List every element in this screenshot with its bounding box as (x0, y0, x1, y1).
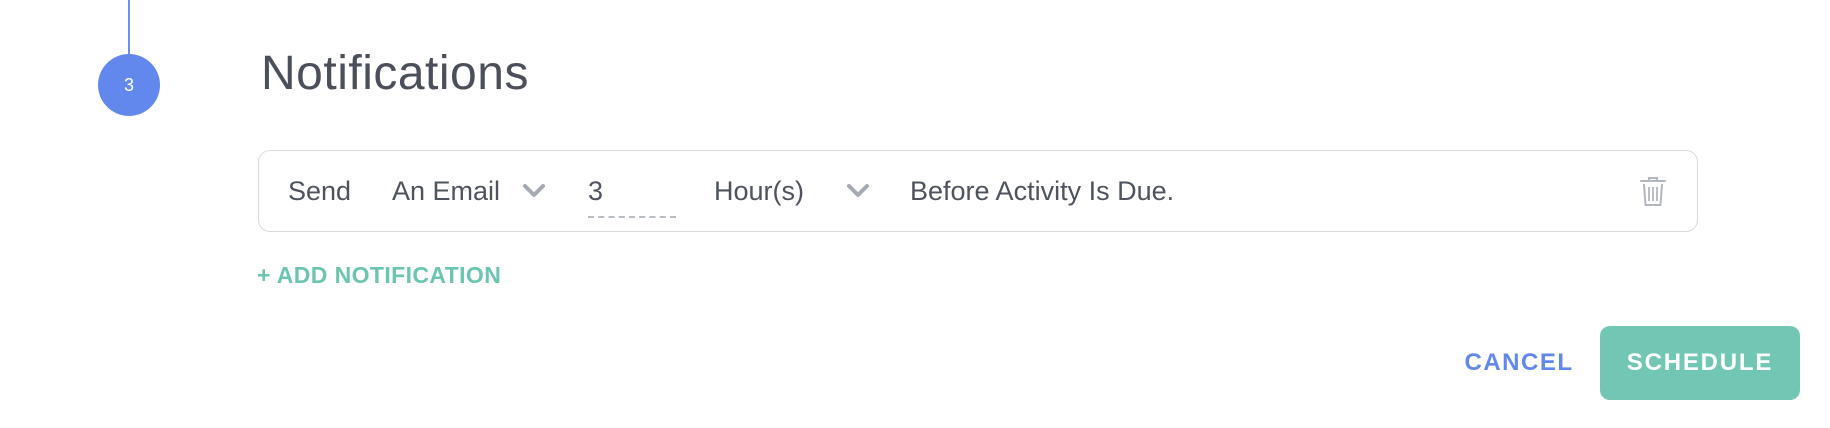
schedule-button[interactable]: SCHEDULE (1600, 326, 1800, 400)
method-select[interactable]: An Email (392, 151, 500, 231)
add-notification-link[interactable]: + ADD NOTIFICATION (257, 260, 501, 290)
chevron-down-icon[interactable] (521, 181, 547, 201)
cancel-button[interactable]: CANCEL (1454, 326, 1584, 400)
step-number-badge: 3 (98, 54, 160, 116)
amount-input-underline (588, 216, 676, 218)
amount-input[interactable] (588, 171, 676, 211)
notification-row: Send An Email Hour(s) Before Activity Is… (258, 150, 1698, 232)
trash-icon[interactable] (1639, 175, 1667, 207)
unit-select[interactable]: Hour(s) (714, 151, 804, 231)
section-title: Notifications (261, 47, 529, 100)
schedule-notifications-panel: 3 Notifications Send An Email Hour(s) Be… (0, 0, 1830, 428)
step-number: 3 (123, 74, 134, 95)
before-due-label: Before Activity Is Due. (910, 176, 1175, 206)
chevron-down-icon[interactable] (845, 181, 871, 201)
step-connector-line (128, 0, 130, 56)
send-label: Send (288, 176, 352, 206)
